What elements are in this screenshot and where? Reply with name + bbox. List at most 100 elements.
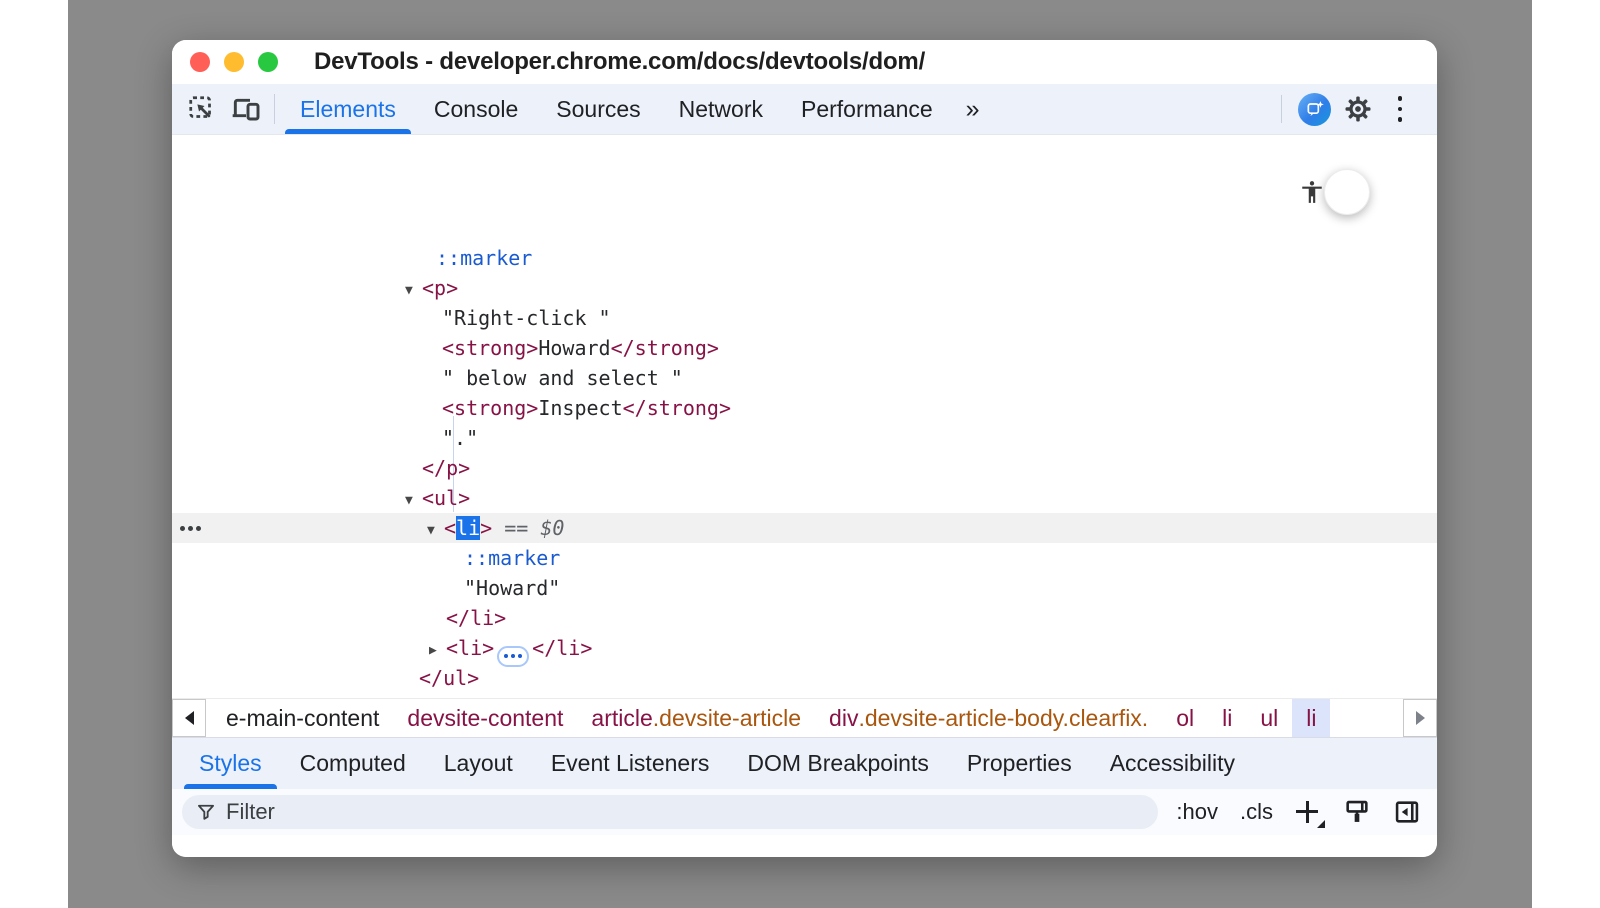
minimize-window-button[interactable]	[224, 52, 244, 72]
tab-event-listeners[interactable]: Event Listeners	[532, 738, 729, 789]
new-style-rule-icon[interactable]	[1295, 799, 1321, 825]
dom-tree-row[interactable]: " below and select "	[172, 363, 1437, 393]
crumb-part-tag: devsite-content	[407, 705, 563, 732]
tab-accessibility[interactable]: Accessibility	[1091, 738, 1254, 789]
dom-tree-row[interactable]: </p>	[172, 453, 1437, 483]
window-title: DevTools - developer.chrome.com/docs/dev…	[314, 48, 925, 76]
crumb-part-class: .devsite-article-body.clearfix.	[858, 705, 1148, 732]
dom-tree-row[interactable]: <strong>Howard</strong>	[172, 333, 1437, 363]
right-arrow-icon	[1416, 711, 1425, 725]
ai-assistance-icon[interactable]	[1298, 93, 1331, 126]
titlebar: DevTools - developer.chrome.com/docs/dev…	[172, 40, 1437, 84]
node-segment-tag: <p>	[422, 276, 458, 300]
crumb-part-tag: article	[591, 705, 652, 732]
node-segment-tag: <strong>	[442, 336, 538, 360]
tab-properties[interactable]: Properties	[948, 738, 1091, 789]
filter-bar-controls: :hov .cls	[1176, 798, 1421, 826]
collapse-twisty-icon[interactable]: ▼	[405, 276, 422, 306]
breadcrumb-item[interactable]: ul	[1246, 699, 1292, 737]
tab-sources[interactable]: Sources	[537, 84, 659, 134]
breadcrumb-item[interactable]: li	[1208, 699, 1246, 737]
node-segment-string: "Howard"	[464, 576, 560, 600]
node-segment-tag: <strong>	[442, 396, 538, 420]
row-overflow-dots-icon	[180, 513, 201, 543]
tab-elements[interactable]: Elements	[281, 84, 415, 134]
settings-gear-icon[interactable]	[1337, 88, 1379, 130]
styles-sidebar-tabs: StylesComputedLayoutEvent ListenersDOM B…	[172, 737, 1437, 789]
node-segment-selected-tag: li	[456, 516, 480, 540]
node-segment-text: Howard	[538, 336, 610, 360]
collapse-twisty-icon[interactable]: ▼	[427, 516, 444, 546]
tab-performance[interactable]: Performance	[782, 84, 952, 134]
filter-field[interactable]	[182, 795, 1158, 829]
breadcrumb-item[interactable]: div.devsite-article-body.clearfix.	[815, 699, 1162, 737]
kebab-menu-icon[interactable]	[1379, 88, 1421, 130]
sidebar-toggle-icon[interactable]	[1393, 798, 1421, 826]
crumb-part-tag: ol	[1176, 705, 1194, 732]
dom-tree-row[interactable]: ::marker	[172, 543, 1437, 573]
window-bottom-padding	[172, 835, 1437, 857]
breadcrumb-scroll-left-button[interactable]	[172, 699, 206, 737]
dom-tree-row[interactable]: "Howard"	[172, 573, 1437, 603]
tab-layout[interactable]: Layout	[425, 738, 532, 789]
toolbar-right-divider	[1281, 95, 1282, 123]
dom-tree-row[interactable]: </ul>	[172, 663, 1437, 693]
dom-tree-row[interactable]: </li>	[172, 603, 1437, 633]
expand-twisty-icon[interactable]: ▶	[429, 636, 446, 666]
close-window-button[interactable]	[190, 52, 210, 72]
dom-tree-row[interactable]: ▼<p>	[172, 273, 1437, 303]
maximize-window-button[interactable]	[258, 52, 278, 72]
element-classes-button[interactable]: .cls	[1240, 799, 1273, 825]
crumb-part-tag: li	[1222, 705, 1232, 732]
device-toolbar-icon[interactable]	[224, 84, 268, 134]
breadcrumb-scroll-right-button[interactable]	[1403, 699, 1437, 737]
node-segment-string: " below and select "	[442, 366, 683, 390]
dom-tree-row[interactable]: "Right-click "	[172, 303, 1437, 333]
node-segment-tag: </strong>	[623, 396, 731, 420]
dom-tree-panel: ::marker▼<p>"Right-click "<strong>Howard…	[172, 135, 1437, 698]
traffic-lights	[190, 52, 278, 72]
node-segment-string: "."	[442, 426, 478, 450]
node-segment-text: Inspect	[538, 396, 622, 420]
node-segment-tag: <	[444, 516, 456, 540]
tab-console[interactable]: Console	[415, 84, 537, 134]
collapse-twisty-icon[interactable]: ▼	[405, 486, 422, 516]
node-segment-operator: ==	[492, 516, 540, 540]
styles-filter-bar: :hov .cls	[172, 789, 1437, 835]
dom-tree-row[interactable]: ::marker	[172, 243, 1437, 273]
toolbar-divider	[274, 94, 275, 124]
breadcrumb-item[interactable]: e-main-content	[212, 699, 393, 737]
dom-tree-row-selected[interactable]: ▼<li> == $0	[172, 513, 1437, 543]
breadcrumb-item-selected[interactable]: li	[1292, 699, 1330, 737]
inspect-element-icon[interactable]	[180, 84, 224, 134]
tab-computed[interactable]: Computed	[281, 738, 425, 789]
breadcrumb-item[interactable]: devsite-content	[393, 699, 577, 737]
node-segment-pseudo: ::marker	[436, 246, 532, 270]
toolbar-right-cluster	[1281, 84, 1421, 134]
devtools-window: DevTools - developer.chrome.com/docs/dev…	[172, 40, 1437, 857]
node-segment-tag: >	[480, 516, 492, 540]
paint-roller-icon[interactable]	[1343, 798, 1371, 826]
node-segment-tag: </p>	[422, 456, 470, 480]
node-segment-tag: </li>	[532, 636, 592, 660]
panel-tabs: ElementsConsoleSourcesNetworkPerformance	[281, 84, 952, 134]
node-segment-tag: <ul>	[422, 486, 470, 510]
crumb-part-tag: ul	[1260, 705, 1278, 732]
dom-tree-row[interactable]: <strong>Inspect</strong>	[172, 393, 1437, 423]
tab-styles[interactable]: Styles	[180, 738, 281, 789]
toggle-element-state-button[interactable]: :hov	[1176, 799, 1218, 825]
more-tabs-button[interactable]: »	[952, 84, 992, 134]
dom-tree-row[interactable]: "."	[172, 423, 1437, 453]
node-segment-tag: </ul>	[419, 666, 479, 690]
filter-input[interactable]	[226, 799, 1144, 825]
tab-network[interactable]: Network	[660, 84, 782, 134]
breadcrumb-item[interactable]: article.devsite-article	[577, 699, 815, 737]
breadcrumb-item[interactable]: ol	[1162, 699, 1208, 737]
node-segment-dollar: $0	[540, 516, 564, 540]
breadcrumb: e-main-contentdevsite-contentarticle.dev…	[172, 698, 1437, 737]
dom-tree-row[interactable]: ▶<li></li>	[172, 633, 1437, 663]
accessibility-fab[interactable]	[1324, 169, 1370, 215]
tab-dom-breakpoints[interactable]: DOM Breakpoints	[728, 738, 948, 789]
devtools-toolbar: ElementsConsoleSourcesNetworkPerformance…	[172, 84, 1437, 135]
dom-tree-row[interactable]: ▼<ul>	[172, 483, 1437, 513]
